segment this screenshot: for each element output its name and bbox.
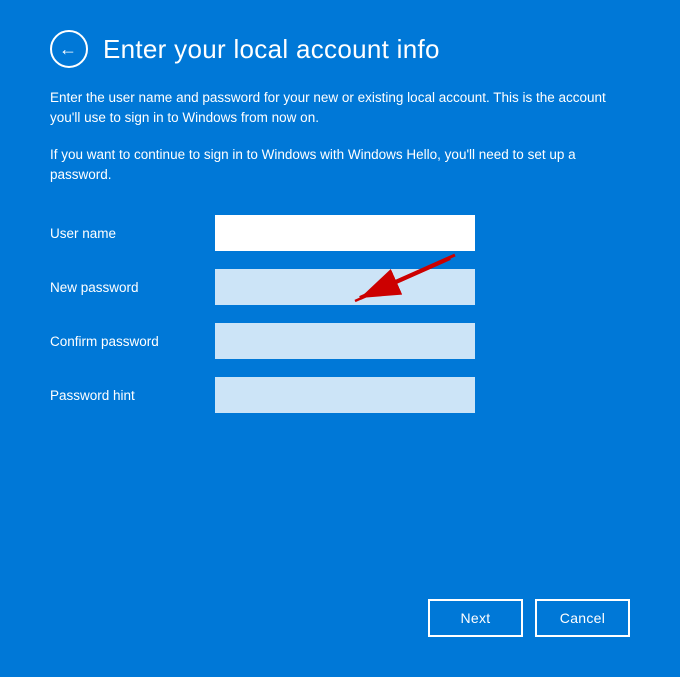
description-2: If you want to continue to sign in to Wi… [50, 145, 630, 186]
username-input[interactable] [215, 215, 475, 251]
form-row-passwordhint: Password hint [50, 377, 630, 413]
newpassword-label: New password [50, 280, 215, 295]
page-container: ← Enter your local account info Enter th… [0, 0, 680, 677]
username-label: User name [50, 226, 215, 241]
confirmpassword-label: Confirm password [50, 334, 215, 349]
back-arrow-icon: ← [59, 40, 77, 58]
page-title: Enter your local account info [103, 34, 440, 65]
header: ← Enter your local account info [50, 30, 630, 68]
form-area: User name New password Confirm password … [50, 215, 630, 599]
passwordhint-input[interactable] [215, 377, 475, 413]
confirmpassword-input[interactable] [215, 323, 475, 359]
passwordhint-label: Password hint [50, 388, 215, 403]
form-row-username: User name [50, 215, 630, 251]
description-1: Enter the user name and password for you… [50, 88, 630, 129]
cancel-button[interactable]: Cancel [535, 599, 630, 637]
newpassword-input[interactable] [215, 269, 475, 305]
buttons-row: Next Cancel [50, 599, 630, 647]
form-row-confirmpassword: Confirm password [50, 323, 630, 359]
next-button[interactable]: Next [428, 599, 523, 637]
form-row-newpassword: New password [50, 269, 630, 305]
back-button[interactable]: ← [50, 30, 88, 68]
